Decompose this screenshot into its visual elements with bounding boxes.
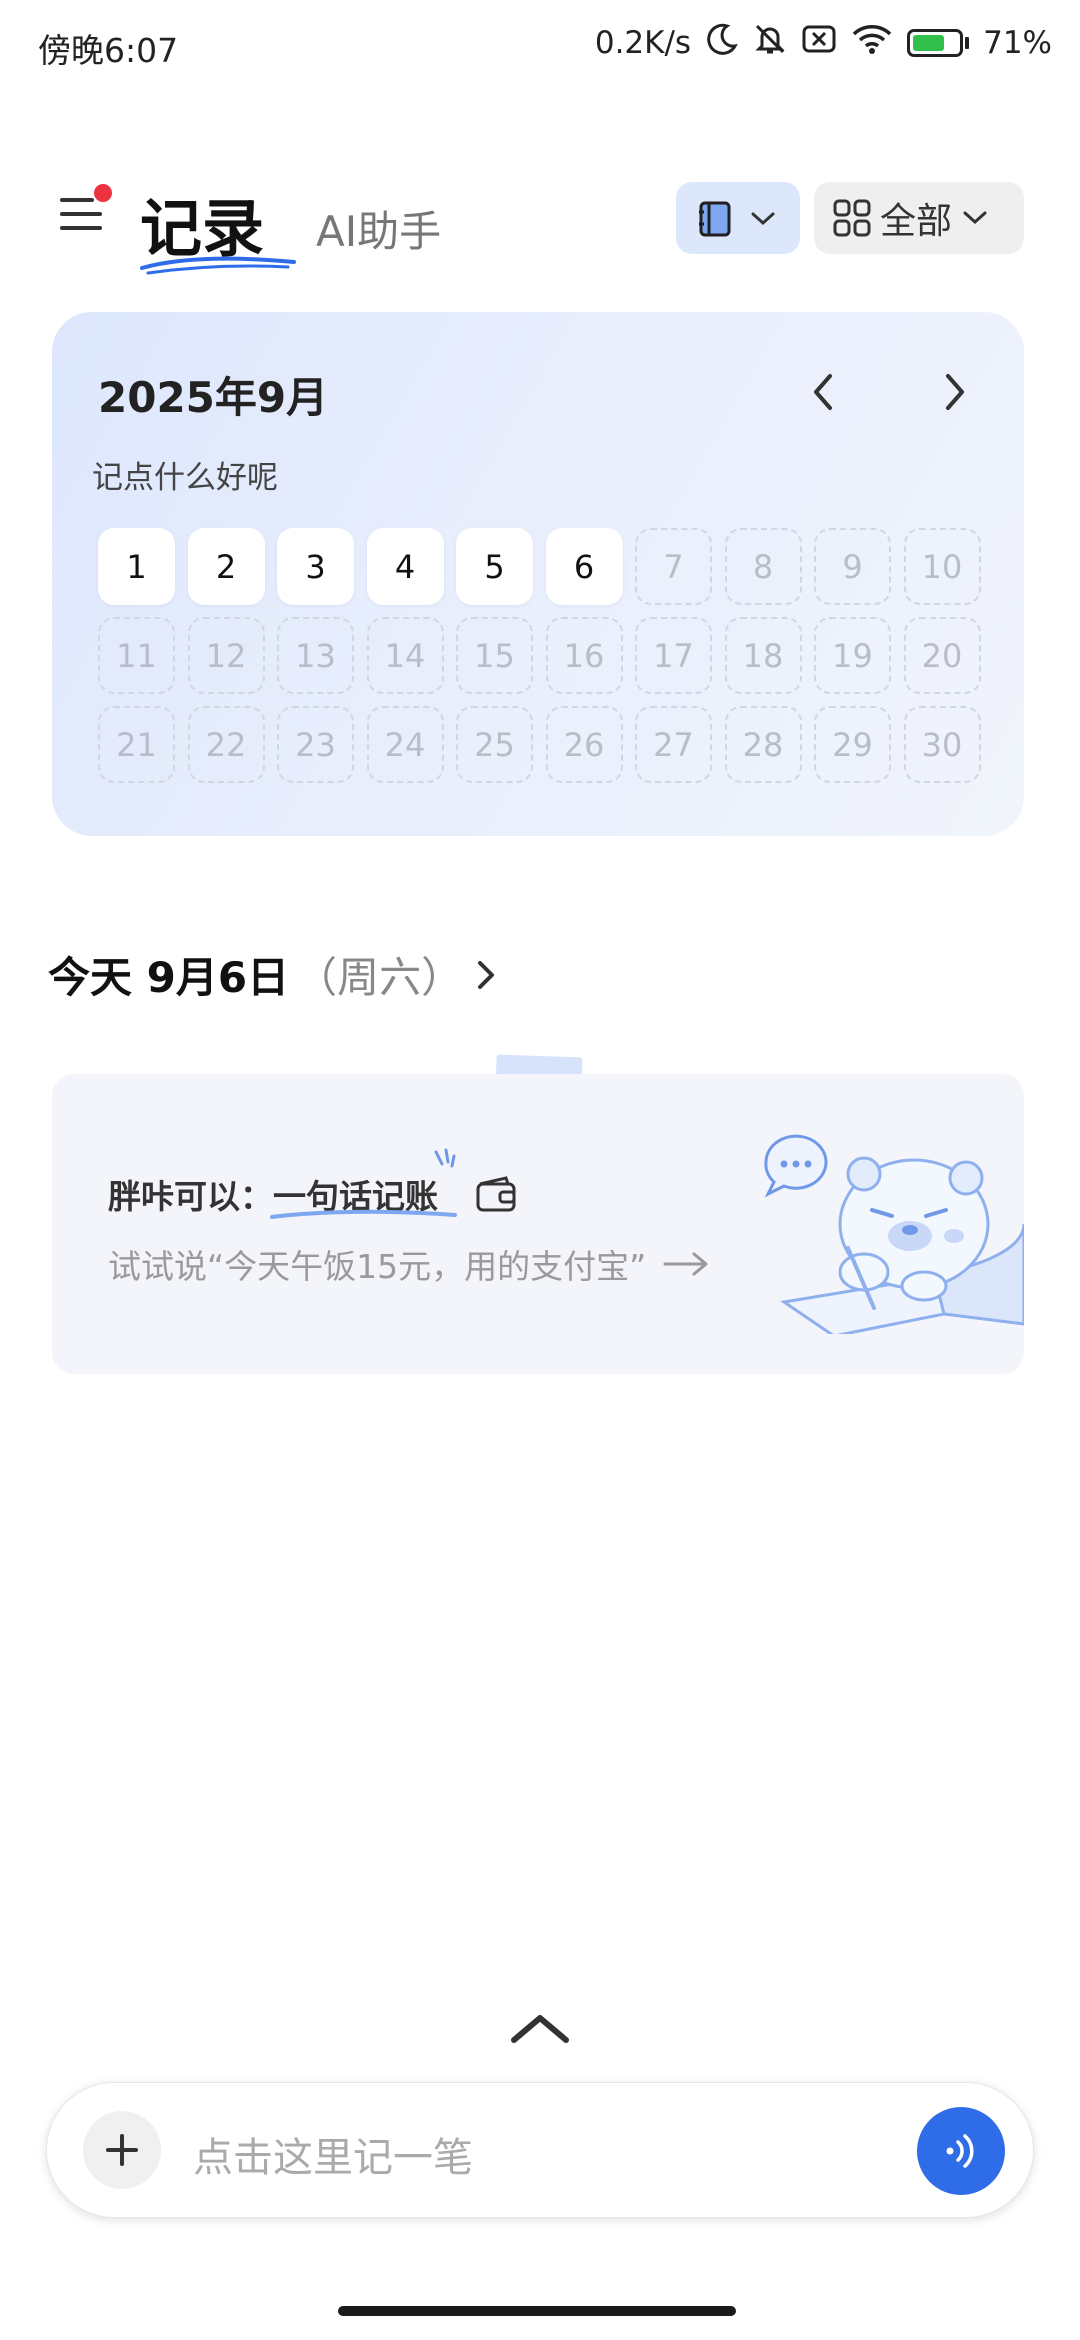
today-weekday: （周六） <box>295 953 464 1002</box>
wallet-icon <box>476 1176 516 1212</box>
record-input[interactable]: 点击这里记一笔 <box>193 2125 473 2183</box>
calendar-day-17[interactable]: 17 <box>635 617 712 694</box>
calendar-day-3[interactable]: 3 <box>277 528 354 605</box>
calendar-day-14[interactable]: 14 <box>366 617 444 694</box>
bell-off-icon <box>753 22 787 64</box>
tab-ai-assistant[interactable]: AI助手 <box>316 198 441 259</box>
net-speed: 0.2K/s <box>594 25 692 61</box>
tip-prefix: 胖咔可以： <box>108 1177 273 1216</box>
home-indicator <box>338 2306 736 2316</box>
calendar-day-10[interactable]: 10 <box>903 528 981 605</box>
sim-off-icon <box>801 23 837 63</box>
battery-percent: 71% <box>983 25 1052 61</box>
tab-underline-icon <box>140 256 296 275</box>
battery-charging-icon <box>907 29 970 57</box>
moon-icon <box>705 22 739 64</box>
calendar-day-13[interactable]: 13 <box>277 617 354 694</box>
today-header[interactable]: 今天 9月6日 （周六） <box>48 944 503 1005</box>
arrow-right-icon <box>663 1252 708 1276</box>
calendar-day-23[interactable]: 23 <box>277 706 354 783</box>
next-month-chevron-icon[interactable] <box>924 362 984 422</box>
grid-icon <box>833 199 871 237</box>
calendar-day-21[interactable]: 21 <box>98 706 175 783</box>
quick-record-bar: 点击这里记一笔 <box>46 2082 1034 2218</box>
calendar-day-7[interactable]: 7 <box>635 528 712 605</box>
status-icons: 0.2K/s 71% <box>595 22 1052 64</box>
menu-button[interactable] <box>56 184 112 240</box>
calendar-day-12[interactable]: 12 <box>187 617 265 694</box>
calendar-day-28[interactable]: 28 <box>724 706 802 783</box>
calendar-day-25[interactable]: 25 <box>456 706 533 783</box>
calendar-day-24[interactable]: 24 <box>366 706 444 783</box>
prev-month-chevron-icon[interactable] <box>794 362 854 422</box>
calendar-day-19[interactable]: 19 <box>814 617 891 694</box>
calendar-day-30[interactable]: 30 <box>903 706 981 783</box>
chevron-down-icon <box>751 212 775 226</box>
calendar-day-15[interactable]: 15 <box>456 617 533 694</box>
status-time: 傍晚6:07 <box>38 31 179 70</box>
status-bar: 傍晚6:07 0.2K/s 71% <box>0 0 1080 90</box>
bear-mascot-illustration <box>764 1134 1024 1334</box>
chevron-right-icon <box>478 960 495 989</box>
highlight-underline-icon <box>270 1209 457 1219</box>
calendar-day-4[interactable]: 4 <box>366 528 444 605</box>
chat-bubble-icon <box>764 1134 828 1198</box>
expand-up-chevron-icon[interactable] <box>508 2008 572 2048</box>
plus-icon <box>106 2134 138 2166</box>
calendar-month-title: 2025年9月 <box>98 373 329 422</box>
calendar-day-grid: 1 2 3 4 5 6 7 8 9 10 11 12 13 14 15 16 17 18 19 20 21 22 23 24 2… <box>98 528 992 783</box>
calendar-day-16[interactable]: 16 <box>545 617 623 694</box>
calendar-day-29[interactable]: 29 <box>814 706 891 783</box>
today-date: 今天 9月6日 <box>48 953 290 1002</box>
calendar-day-26[interactable]: 26 <box>545 706 623 783</box>
voice-wave-icon <box>946 2134 974 2168</box>
calendar-day-1[interactable]: 1 <box>98 528 175 605</box>
calendar-day-20[interactable]: 20 <box>903 617 981 694</box>
wifi-icon <box>851 23 893 63</box>
calendar-card: 2025年9月 记点什么好呢 1 2 3 4 5 6 7 8 9 10 11 12 13 14 15 16 17… <box>52 312 1024 836</box>
chevron-down-icon <box>963 211 987 225</box>
notification-dot <box>94 184 112 202</box>
calendar-day-8[interactable]: 8 <box>724 528 802 605</box>
notebook-icon <box>699 201 731 237</box>
calendar-day-11[interactable]: 11 <box>98 617 175 694</box>
tip-highlight: 一句话记账 <box>270 1148 457 1219</box>
header: 记录 AI助手 全部 <box>0 160 1080 280</box>
calendar-day-18[interactable]: 18 <box>724 617 802 694</box>
calendar-day-5[interactable]: 5 <box>456 528 533 605</box>
calendar-subtitle: 记点什么好呢 <box>92 460 278 496</box>
calendar-day-22[interactable]: 22 <box>187 706 265 783</box>
filter-label: 全部 <box>880 201 953 242</box>
sparkle-icon <box>434 1148 456 1168</box>
tip-title: 胖咔可以： 一句话记账 <box>108 1148 518 1219</box>
tip-example: 试试说“今天午饭15元，用的支付宝” <box>108 1240 712 1288</box>
calendar-day-6[interactable]: 6 <box>545 528 623 605</box>
calendar-day-9[interactable]: 9 <box>814 528 891 605</box>
voice-input-button[interactable] <box>917 2107 1005 2195</box>
calendar-day-27[interactable]: 27 <box>635 706 712 783</box>
calendar-day-2[interactable]: 2 <box>187 528 265 605</box>
tip-card[interactable]: 胖咔可以： 一句话记账 试试说“今天午饭15元，用的支付宝” <box>52 1074 1024 1374</box>
add-button[interactable] <box>83 2111 161 2189</box>
view-mode-toggle[interactable] <box>676 182 800 254</box>
filter-all-button[interactable]: 全部 <box>814 182 1024 254</box>
